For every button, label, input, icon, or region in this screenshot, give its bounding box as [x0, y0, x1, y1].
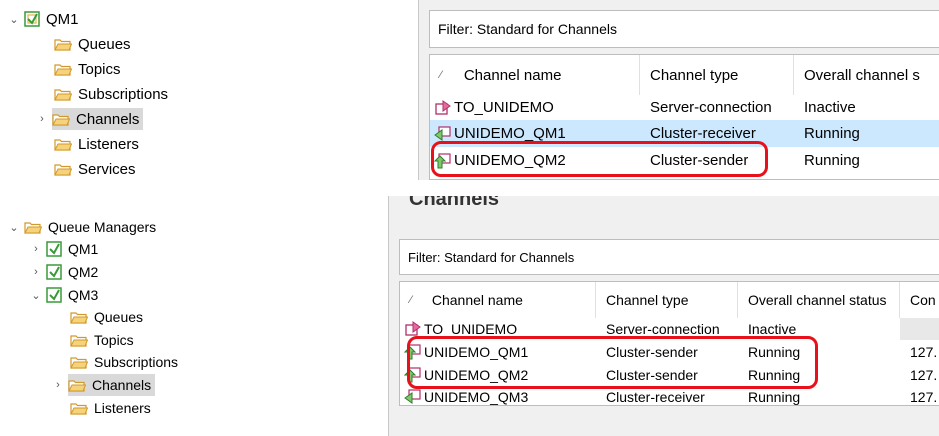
panel-heading: Channels: [409, 196, 500, 210]
folder-icon: [70, 402, 88, 415]
cluster-receiver-channel-icon: [434, 125, 452, 142]
column-header-overall-status[interactable]: Overall channel status: [738, 282, 900, 318]
cluster-sender-channel-icon: [404, 366, 422, 383]
cluster-sender-channel-icon: [434, 152, 452, 169]
tree-node-qm2[interactable]: › QM2: [30, 261, 98, 283]
queue-manager-icon: [46, 287, 62, 303]
column-header-overall-status[interactable]: Overall channel s: [794, 55, 939, 95]
tree-item-label: Subscriptions: [78, 85, 169, 103]
filter-bar[interactable]: Filter: Standard for Channels: [429, 10, 939, 48]
tree-item-listeners[interactable]: Listeners: [70, 397, 151, 419]
tree-item-topics[interactable]: Topics: [70, 329, 134, 351]
tree-node-qm1[interactable]: › QM1: [30, 238, 98, 260]
folder-icon: [54, 63, 72, 76]
table-row[interactable]: TO_UNIDEMO Server-connection Inactive: [400, 318, 939, 340]
tree-node-queue-managers[interactable]: ⌄ Queue Managers: [8, 216, 156, 238]
top-channels-panel: Filter: Standard for Channels ⁄ Channel …: [418, 0, 939, 180]
tree-item-queues[interactable]: Queues: [70, 306, 143, 328]
server-connection-channel-icon: [404, 321, 422, 337]
column-header-channel-name[interactable]: ⁄ Channel name: [400, 282, 596, 318]
tree-item-label: Services: [78, 160, 136, 178]
chevron-down-icon[interactable]: ⌄: [8, 13, 20, 26]
tree-item-label: Queues: [78, 35, 131, 53]
tree-item-channels[interactable]: › Channels: [52, 374, 156, 396]
folder-icon: [70, 356, 88, 369]
folder-icon: [54, 138, 72, 151]
folder-icon: [54, 163, 72, 176]
chevron-right-icon[interactable]: ›: [52, 379, 64, 391]
filter-label: Filter: Standard for Channels: [408, 249, 575, 265]
queue-manager-icon: [24, 11, 40, 27]
column-header-channel-type[interactable]: Channel type: [640, 55, 794, 95]
channels-table: ⁄ Channel name Channel type Overall chan…: [429, 54, 939, 180]
queue-manager-icon: [46, 264, 62, 280]
folder-icon: [70, 334, 88, 347]
tree-item-label: Topics: [78, 60, 121, 78]
tree-item-queues[interactable]: Queues: [54, 33, 131, 55]
cluster-receiver-channel-icon: [404, 389, 422, 405]
table-row[interactable]: TO_UNIDEMO Server-connection Inactive: [430, 95, 939, 120]
table-row[interactable]: UNIDEMO_QM2 Cluster-sender Running: [430, 147, 939, 174]
bottom-channels-panel: Channels Filter: Standard for Channels ⁄…: [388, 196, 939, 436]
tree-item-label: Listeners: [78, 135, 139, 153]
tree-node-qm3[interactable]: ⌄ QM3: [30, 284, 98, 306]
channels-table: ⁄ Channel name Channel type Overall chan…: [399, 281, 939, 406]
chevron-right-icon[interactable]: ›: [36, 113, 48, 125]
column-header-channel-name[interactable]: ⁄ Channel name: [430, 55, 640, 95]
tree-item-subscriptions[interactable]: Subscriptions: [54, 83, 168, 105]
table-row[interactable]: UNIDEMO_QM1 Cluster-sender Running 127.: [400, 340, 939, 363]
tree-item-subscriptions[interactable]: Subscriptions: [70, 351, 178, 373]
table-row[interactable]: UNIDEMO_QM2 Cluster-sender Running 127.: [400, 363, 939, 386]
column-header-channel-type[interactable]: Channel type: [596, 282, 738, 318]
chevron-down-icon[interactable]: ⌄: [8, 221, 20, 234]
chevron-down-icon[interactable]: ⌄: [30, 289, 42, 302]
folder-icon: [68, 379, 86, 392]
folder-icon: [24, 221, 42, 234]
tree-item-channels[interactable]: › Channels: [36, 108, 144, 130]
sort-icon: ⁄: [410, 294, 412, 306]
chevron-right-icon[interactable]: ›: [30, 243, 42, 255]
folder-icon: [54, 38, 72, 51]
tree-node-label: Queue Managers: [48, 219, 157, 235]
tree-item-topics[interactable]: Topics: [54, 58, 121, 80]
tree-node-label: QM1: [46, 10, 79, 28]
server-connection-channel-icon: [434, 99, 452, 116]
folder-icon: [54, 88, 72, 101]
table-row[interactable]: UNIDEMO_QM1 Cluster-receiver Running: [430, 120, 939, 147]
tree-item-label: Channels: [76, 110, 140, 128]
column-header-connection[interactable]: Con: [900, 282, 939, 318]
tree-item-listeners[interactable]: Listeners: [54, 133, 139, 155]
filter-bar[interactable]: Filter: Standard for Channels: [399, 239, 939, 275]
tree-item-services[interactable]: Services: [54, 158, 136, 180]
cluster-sender-channel-icon: [404, 343, 422, 360]
queue-manager-icon: [46, 241, 62, 257]
tree-node-qm1[interactable]: ⌄ QM1: [8, 8, 79, 30]
table-row[interactable]: UNIDEMO_QM3 Cluster-receiver Running 127…: [400, 386, 939, 405]
folder-icon: [70, 311, 88, 324]
sort-icon: ⁄: [440, 69, 442, 81]
folder-icon: [52, 113, 70, 126]
chevron-right-icon[interactable]: ›: [30, 266, 42, 278]
filter-label: Filter: Standard for Channels: [438, 21, 617, 37]
